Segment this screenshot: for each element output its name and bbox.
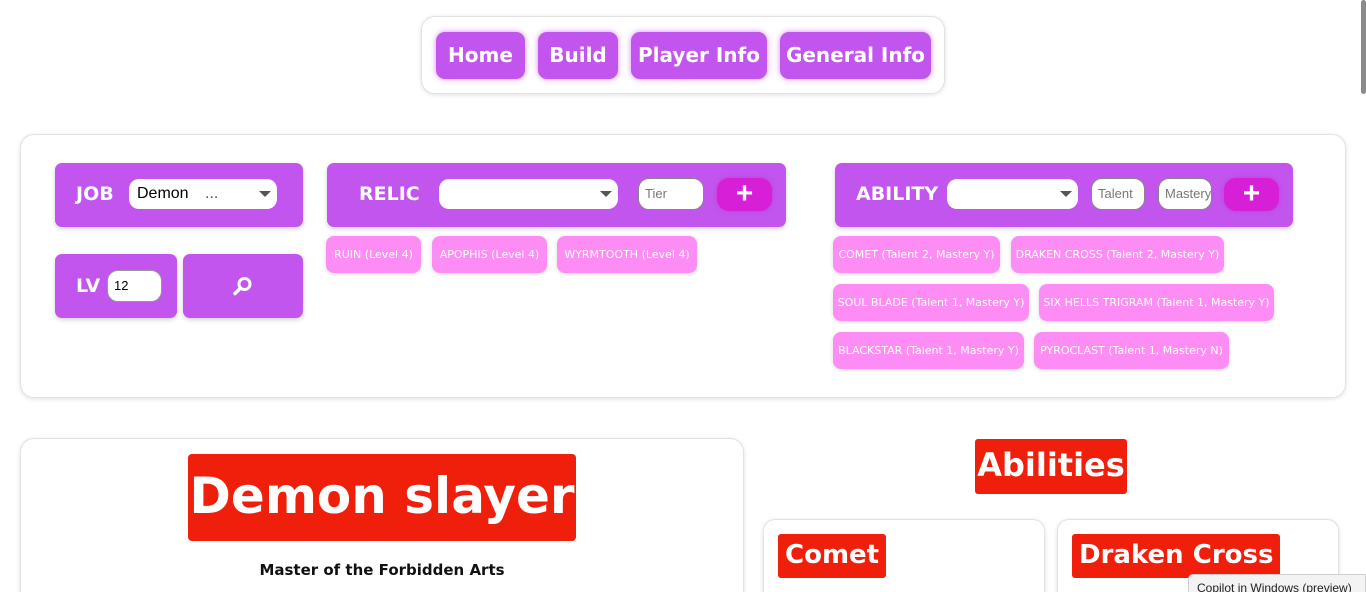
copilot-notification[interactable]: Copilot in Windows (preview): [1188, 574, 1366, 592]
class-title: Demon slayer: [188, 454, 576, 541]
plus-icon: +: [735, 177, 754, 210]
nav-player-info-button[interactable]: Player Info: [631, 32, 767, 79]
ability-chip[interactable]: PYROCLAST (Talent 1, Mastery N): [1034, 332, 1229, 369]
chevron-down-icon: [259, 191, 271, 197]
class-card: Demon slayer Master of the Forbidden Art…: [20, 438, 744, 592]
nav-general-info-button[interactable]: General Info: [780, 32, 931, 79]
nav-bar: Home Build Player Info General Info: [421, 16, 945, 94]
tier-input[interactable]: Tier: [638, 178, 704, 210]
abilities-heading: Abilities: [975, 439, 1127, 494]
ability-label: ABILITY: [856, 183, 939, 205]
relic-label: RELIC: [359, 183, 420, 205]
ability-chip[interactable]: DRAKEN CROSS (Talent 2, Mastery Y): [1011, 236, 1224, 273]
level-label: LV: [76, 275, 101, 297]
ability-select[interactable]: [947, 179, 1078, 209]
chevron-down-icon: [600, 191, 612, 197]
ability-chip[interactable]: SIX HELLS TRIGRAM (Talent 1, Mastery Y): [1039, 284, 1274, 321]
ability-card-title: Comet: [778, 534, 887, 578]
build-form-panel: JOB Demon ... LV 12 RELIC Tier + ABILITY: [20, 134, 1346, 398]
job-box: JOB Demon ...: [55, 163, 303, 227]
add-relic-button[interactable]: +: [717, 178, 772, 211]
relic-chip[interactable]: WYRMTOOTH (Level 4): [557, 236, 697, 273]
ability-box: ABILITY Talent Mastery +: [835, 163, 1293, 227]
relic-chip[interactable]: RUIN (Level 4): [326, 236, 421, 273]
ability-card-comet: Comet: [763, 519, 1045, 592]
relic-select[interactable]: [439, 179, 618, 209]
search-button[interactable]: [183, 254, 303, 318]
plus-icon: +: [1242, 177, 1261, 210]
level-input[interactable]: 12: [107, 270, 162, 302]
ability-chip[interactable]: BLACKSTAR (Talent 1, Mastery Y): [833, 332, 1024, 369]
chevron-down-icon: [1060, 191, 1072, 197]
job-select-ellipsis: ...: [205, 185, 219, 202]
job-label: JOB: [76, 183, 114, 205]
relic-box: RELIC Tier +: [327, 163, 786, 227]
search-icon: [233, 277, 252, 296]
add-ability-button[interactable]: +: [1224, 178, 1279, 211]
nav-home-button[interactable]: Home: [436, 32, 525, 79]
mastery-input[interactable]: Mastery: [1158, 178, 1212, 210]
job-select[interactable]: Demon ...: [129, 179, 277, 209]
page-scrollbar[interactable]: [1361, 0, 1366, 94]
nav-build-button[interactable]: Build: [538, 32, 618, 79]
relic-chip[interactable]: APOPHIS (Level 4): [432, 236, 547, 273]
level-box: LV 12: [55, 254, 177, 318]
class-subtitle: Master of the Forbidden Arts: [259, 561, 505, 579]
ability-chip[interactable]: COMET (Talent 2, Mastery Y): [833, 236, 1000, 273]
talent-input[interactable]: Talent: [1091, 178, 1145, 210]
ability-chip[interactable]: SOUL BLADE (Talent 1, Mastery Y): [833, 284, 1029, 321]
ability-card-title: Draken Cross: [1072, 534, 1281, 578]
job-select-value: Demon: [137, 185, 189, 202]
